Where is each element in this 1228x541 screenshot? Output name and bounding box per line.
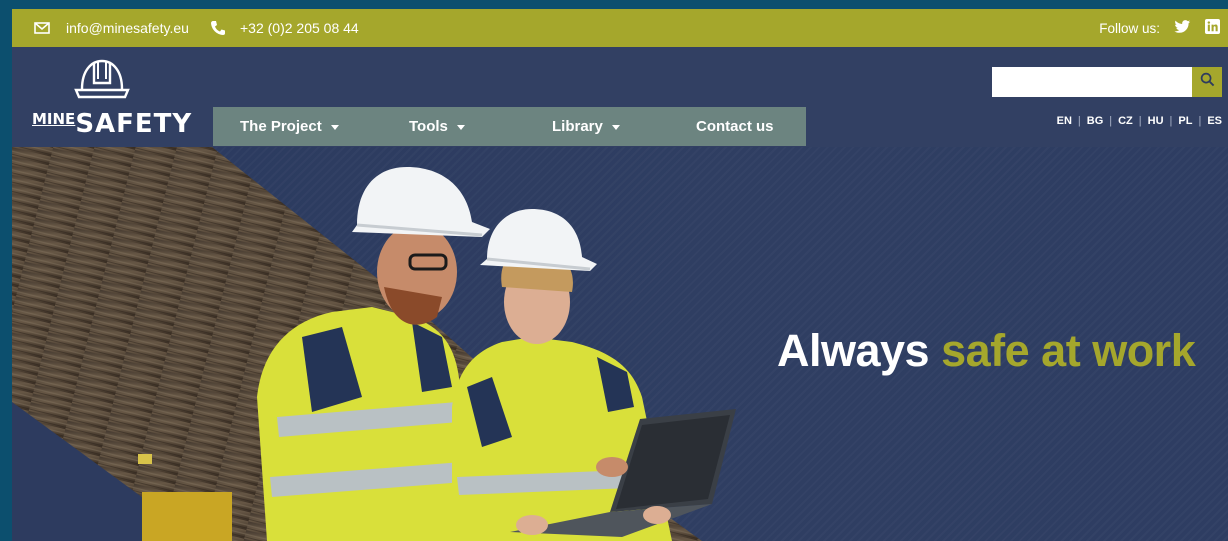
chevron-down-icon — [330, 125, 339, 130]
divider: | — [1138, 115, 1142, 127]
follow-label: Follow us: — [1099, 20, 1160, 36]
divider: | — [1109, 115, 1113, 127]
nav-label: The Project — [240, 118, 322, 135]
language-switcher: EN | BG | CZ | HU | PL | ES — [1057, 115, 1222, 127]
divider: | — [1198, 115, 1202, 127]
linkedin-icon[interactable] — [1205, 19, 1220, 37]
divider: | — [1169, 115, 1173, 127]
nav-label: Contact us — [696, 118, 774, 135]
nav-item-contact-us[interactable]: Contact us — [696, 107, 774, 146]
email-text: info@minesafety.eu — [66, 20, 189, 36]
email-link[interactable]: info@minesafety.eu — [34, 9, 189, 47]
envelope-icon — [34, 22, 50, 34]
logo-wordmark: MINESAFETY — [32, 109, 192, 139]
search-button[interactable] — [1192, 67, 1222, 97]
logo-name: SAFETY — [75, 109, 193, 139]
social-links: Follow us: — [1099, 9, 1220, 47]
lang-en[interactable]: EN — [1057, 115, 1072, 127]
headline-plain: Always — [777, 325, 930, 376]
hero-banner: Always safe at work — [12, 147, 1228, 541]
hero-image-workers — [12, 147, 736, 541]
lang-cz[interactable]: CZ — [1118, 115, 1133, 127]
twitter-icon[interactable] — [1174, 19, 1191, 37]
logo-prefix: MINE — [32, 110, 76, 128]
search-input[interactable] — [992, 67, 1192, 97]
chevron-down-icon — [611, 125, 620, 130]
main-nav: The Project Tools Library Contact us — [213, 107, 806, 146]
nav-label: Tools — [409, 118, 448, 135]
nav-item-tools[interactable]: Tools — [409, 107, 465, 146]
nav-label: Library — [552, 118, 603, 135]
site-header: MINESAFETY The Project Tools Library Con… — [12, 47, 1228, 147]
top-bar: info@minesafety.eu +32 (0)2 205 08 44 Fo… — [12, 9, 1228, 47]
hard-hat-icon — [74, 57, 130, 106]
hero-headline: Always safe at work — [777, 325, 1196, 377]
divider: | — [1077, 115, 1081, 127]
phone-icon — [210, 20, 226, 36]
headline-accent: safe at work — [941, 325, 1196, 376]
nav-item-library[interactable]: Library — [552, 107, 620, 146]
phone-text: +32 (0)2 205 08 44 — [240, 20, 359, 36]
chevron-down-icon — [456, 125, 465, 130]
nav-item-the-project[interactable]: The Project — [240, 107, 339, 146]
page-frame: info@minesafety.eu +32 (0)2 205 08 44 Fo… — [12, 9, 1228, 541]
site-logo[interactable]: MINESAFETY — [32, 57, 191, 139]
phone-link[interactable]: +32 (0)2 205 08 44 — [210, 9, 359, 47]
lang-hu[interactable]: HU — [1148, 115, 1164, 127]
lang-bg[interactable]: BG — [1087, 115, 1104, 127]
search-icon — [1200, 72, 1215, 92]
lang-es[interactable]: ES — [1207, 115, 1222, 127]
lang-pl[interactable]: PL — [1178, 115, 1192, 127]
